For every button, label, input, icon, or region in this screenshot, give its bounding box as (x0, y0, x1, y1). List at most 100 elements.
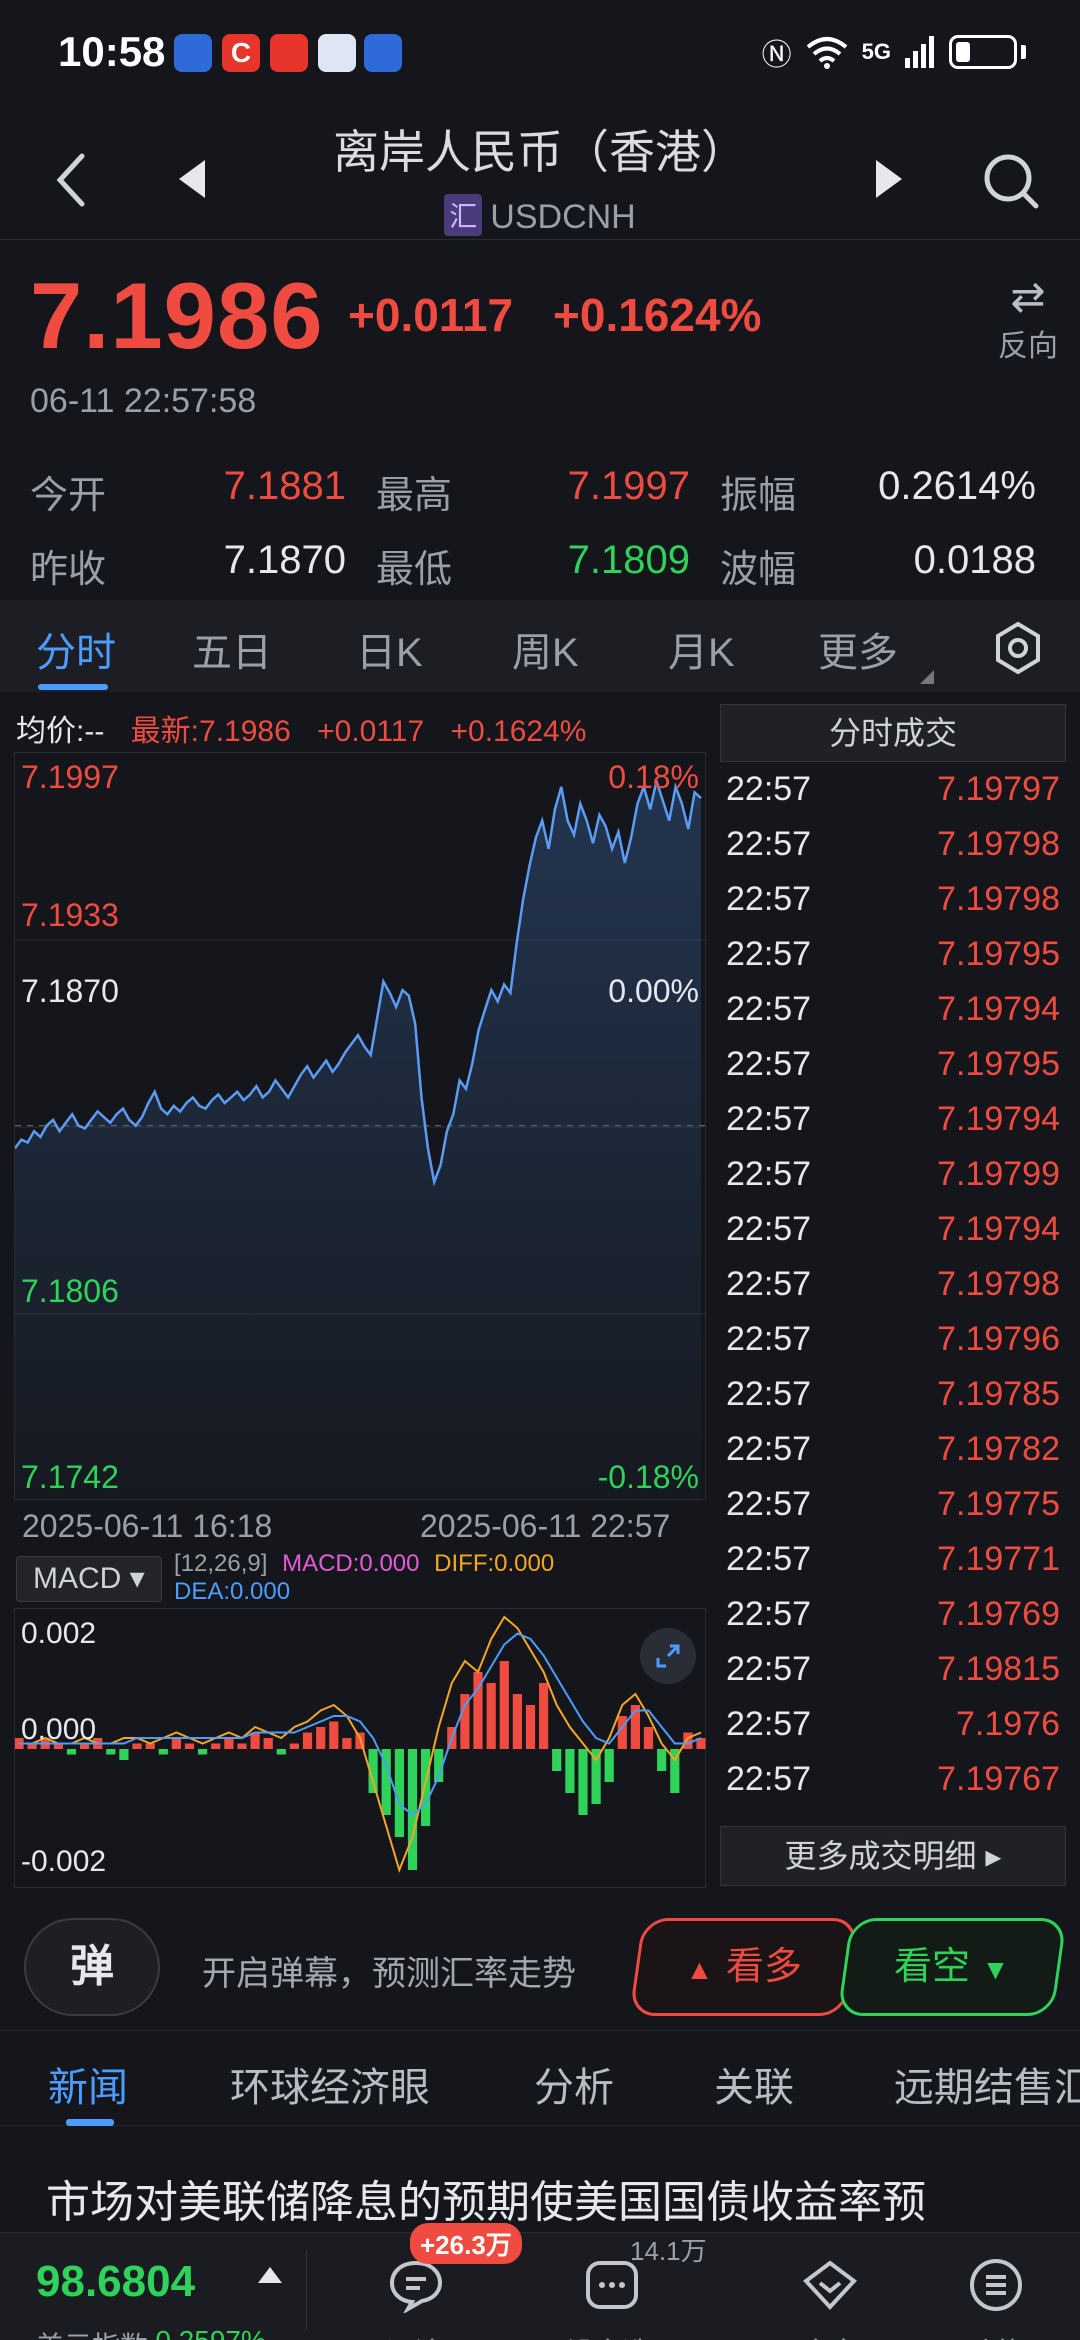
indicator-select[interactable]: MACD ▾ (16, 1556, 162, 1602)
stat-value-low: 7.1809 (567, 538, 690, 582)
dollar-index-value[interactable]: 98.6804 (36, 2257, 195, 2307)
intraday-chart-svg (15, 776, 707, 1501)
bullish-button[interactable]: ▲ 看多 (629, 1918, 859, 2016)
macd-bar (66, 1749, 77, 1755)
trade-price: 7.19794 (937, 1100, 1060, 1138)
chart-period-tabs: 分时 五日 日K 周K 月K 更多 (0, 600, 1080, 692)
comment-icon[interactable] (386, 2257, 446, 2313)
app-notification-icon (174, 34, 212, 72)
customize-icon[interactable] (800, 2257, 860, 2313)
trade-row: 22:57 7.19798 (720, 817, 1066, 872)
trade-price: 7.19794 (937, 1210, 1060, 1248)
intraday-chart[interactable]: 7.1997 7.1933 7.1870 7.1806 7.1742 0.18%… (14, 752, 707, 1501)
trade-price: 7.1976 (956, 1705, 1060, 1743)
trade-time: 22:57 (726, 1375, 812, 1413)
danmaku-prompt: 开启弹幕，预测汇率走势 (202, 1955, 576, 1993)
trade-time: 22:57 (726, 935, 812, 973)
macd-value: MACD:0.000 (282, 1550, 420, 1577)
macd-bar (525, 1705, 536, 1749)
macd-bar (407, 1749, 418, 1870)
next-symbol-icon[interactable] (870, 158, 906, 200)
macd-chart[interactable]: 0.002 0.000 -0.002 (14, 1608, 706, 1888)
trade-price: 7.19767 (937, 1760, 1060, 1798)
trade-price: 7.19785 (937, 1375, 1060, 1413)
trade-time: 22:57 (726, 1045, 812, 1083)
active-tab-indicator (38, 684, 108, 690)
stat-label-prev-close: 昨收 (30, 549, 107, 591)
trade-row: 22:57 7.19798 (720, 872, 1066, 927)
macd-bar (211, 1743, 221, 1749)
macd-bar (132, 1743, 142, 1749)
tab-monthly-k[interactable]: 月K (668, 620, 735, 678)
trade-time: 22:57 (726, 1650, 812, 1688)
tab-intraday[interactable]: 分时 (36, 620, 116, 678)
tab-more[interactable]: 更多 (818, 620, 898, 678)
gear-icon[interactable] (988, 618, 1048, 678)
news-tabs: 新闻 环球经济眼 分析 关联 远期结售汇 (0, 2030, 1080, 2126)
swap-arrows-icon: ⇄ (1010, 273, 1046, 320)
trade-time: 22:57 (726, 1430, 812, 1468)
stat-value-open: 7.1881 (223, 464, 346, 508)
expand-icon[interactable] (640, 1628, 696, 1684)
macd-tick-low: -0.002 (21, 1845, 107, 1878)
symbol-code: USDCNH (490, 198, 636, 236)
wifi-icon (806, 37, 847, 69)
trade-row: 22:57 7.19815 (720, 1642, 1066, 1697)
down-triangle-icon: ▼ (981, 1954, 1010, 1985)
macd-bar (302, 1732, 313, 1749)
macd-params: [12,26,9] MACD:0.000 DIFF:0.000 DEA:0.00… (174, 1550, 554, 1606)
macd-bar (184, 1743, 195, 1749)
trade-time: 22:57 (726, 1540, 812, 1578)
trade-row: 22:57 7.19795 (720, 927, 1066, 982)
tab-forward-fx[interactable]: 远期结售汇 (894, 2055, 1080, 2113)
menu-icon[interactable] (966, 2257, 1026, 2313)
reverse-label: 反向 (998, 330, 1058, 363)
y-tick-base: 7.1870 (21, 973, 119, 1009)
macd-bar (539, 1683, 549, 1749)
tab-global-economy[interactable]: 环球经济眼 (230, 2055, 430, 2113)
stat-label-low: 最低 (376, 549, 453, 591)
macd-bar (119, 1749, 129, 1760)
trade-row: 22:57 7.19797 (720, 762, 1066, 817)
tab-analysis[interactable]: 分析 (534, 2055, 614, 2113)
macd-param-values: [12,26,9] (174, 1550, 268, 1577)
danmaku-toggle-button[interactable]: 弹 (24, 1918, 160, 2016)
trade-price: 7.19798 (937, 825, 1060, 863)
x-label-start: 2025-06-11 16:18 (22, 1508, 273, 1544)
tab-related[interactable]: 关联 (714, 2055, 794, 2113)
trades-title[interactable]: 分时成交 (720, 704, 1066, 762)
expand-up-icon[interactable] (258, 2267, 282, 2283)
nav-watchlist-label: 设自选 (566, 2331, 650, 2340)
tab-news[interactable]: 新闻 (48, 2055, 128, 2113)
chart-change-pct: +0.1624% (450, 715, 587, 748)
news-headline[interactable]: 市场对美联储降息的预期使美国国债收益率预 (46, 2166, 1066, 2230)
bearish-button[interactable]: 看空 ▼ (837, 1918, 1067, 2016)
trade-row: 22:57 7.19798 (720, 1257, 1066, 1312)
more-dropdown-icon (920, 670, 934, 684)
stat-label-range: 波幅 (720, 549, 797, 591)
trade-price: 7.19771 (937, 1540, 1060, 1578)
dollar-index-change: -0.2597% (146, 2325, 266, 2340)
chart-header: 均价:-- 最新:7.1986 +0.0117 +0.1624% (16, 706, 586, 750)
tab-five-day[interactable]: 五日 (192, 620, 272, 678)
trade-price: 7.19797 (937, 770, 1060, 808)
more-trades-button[interactable]: 更多成交明细 ▸ (720, 1826, 1066, 1886)
trade-price: 7.19798 (937, 880, 1060, 918)
tab-weekly-k[interactable]: 周K (512, 620, 579, 678)
trade-time: 22:57 (726, 880, 812, 918)
trades-list[interactable]: 22:57 7.19797 22:57 7.19798 22:57 7.19798 22:5… (720, 762, 1066, 1882)
x-label-end: 2025-06-11 22:57 (420, 1508, 671, 1544)
reverse-pair-button[interactable]: ⇄ 反向 (990, 272, 1066, 365)
up-triangle-icon: ▲ (685, 1954, 714, 1985)
pct-tick-high: 0.18% (608, 759, 699, 795)
trade-time: 22:57 (726, 1265, 812, 1303)
tab-daily-k[interactable]: 日K (356, 620, 423, 678)
signal-icon (905, 36, 934, 68)
trade-row: 22:57 7.1976 (720, 1697, 1066, 1752)
trade-row: 22:57 7.19794 (720, 982, 1066, 1037)
y-tick-high: 7.1997 (21, 759, 119, 795)
macd-bar (171, 1738, 181, 1749)
search-icon[interactable] (978, 148, 1042, 212)
bearish-label: 看空 (894, 1946, 971, 1988)
trade-time: 22:57 (726, 1210, 812, 1248)
